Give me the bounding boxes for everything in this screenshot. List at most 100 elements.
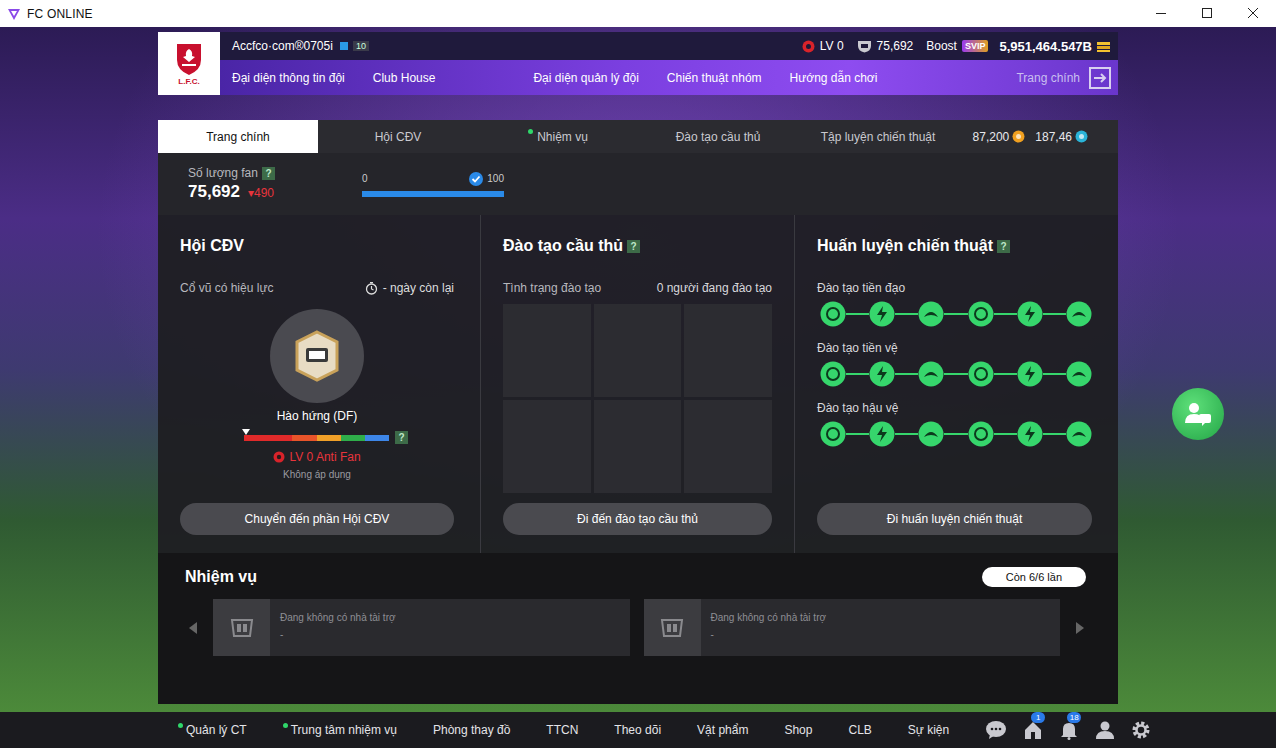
bottom-bar-item[interactable]: Shop xyxy=(784,723,812,737)
mood-marker xyxy=(242,429,250,435)
prev-arrow-icon[interactable] xyxy=(187,621,199,635)
exit-icon[interactable] xyxy=(1088,66,1112,90)
tactic-node-icon[interactable] xyxy=(869,301,895,327)
maximize-icon[interactable] xyxy=(1184,0,1230,27)
mission-card-detail: - xyxy=(280,629,396,640)
node-link xyxy=(1043,433,1066,435)
node-link xyxy=(846,373,869,375)
bottom-bar-item[interactable]: Phòng thay đồ xyxy=(433,723,510,737)
currency-value: 187,46 xyxy=(1035,130,1072,144)
bottom-bar-item[interactable]: CLB xyxy=(848,723,871,737)
tactic-node-icon[interactable] xyxy=(968,361,994,387)
node-link xyxy=(895,313,918,315)
bottom-bar-icon-button[interactable]: 18 xyxy=(1059,720,1079,740)
tactic-node-icon[interactable] xyxy=(869,361,895,387)
tab[interactable]: Hội CĐV xyxy=(318,120,478,153)
bottom-bar-icon-button[interactable] xyxy=(1131,720,1151,740)
mission-card[interactable]: Đang không có nhà tài trợ - xyxy=(644,599,1061,656)
tactic-nodes xyxy=(817,301,1092,327)
header-top-row: Accfco·com®0705i 10 LV 0 75,692 Boost SV… xyxy=(220,32,1118,60)
mood-bar xyxy=(244,435,389,441)
tactic-node-icon[interactable] xyxy=(1066,301,1092,327)
notification-badge: 1 xyxy=(1031,712,1045,723)
tactic-group: Đào tạo tiền đạo xyxy=(817,281,1092,327)
node-link xyxy=(846,313,869,315)
bottom-bar-item[interactable]: Vật phẩm xyxy=(697,723,748,737)
mood-segment xyxy=(244,435,292,441)
tactic-node-icon[interactable] xyxy=(1017,421,1043,447)
bottom-bar-icon-button[interactable] xyxy=(985,720,1007,740)
training-slot[interactable] xyxy=(594,400,682,493)
tactic-node-icon[interactable] xyxy=(918,301,944,327)
tactic-node-icon[interactable] xyxy=(820,421,846,447)
home-icon xyxy=(1023,720,1043,740)
nav-item[interactable]: Club House xyxy=(373,71,436,85)
tactic-node-icon[interactable] xyxy=(1066,361,1092,387)
fan-count-row: Số lượng fan ? 75,692 ▾490 0 100 xyxy=(158,153,1118,215)
tactic-node-icon[interactable] xyxy=(1017,301,1043,327)
cheer-card-icon xyxy=(294,330,340,382)
tactic-group-label: Đào tạo tiền vệ xyxy=(817,341,1092,355)
bottom-bar-item[interactable]: Quản lý CT xyxy=(178,723,247,737)
tab[interactable]: Tập luyện chiến thuật xyxy=(798,120,958,153)
bottom-bar-item[interactable]: TTCN xyxy=(546,723,578,737)
fan-count-label: Số lượng fan xyxy=(188,166,258,180)
training-slot[interactable] xyxy=(684,400,772,493)
tab[interactable]: Đào tạo cầu thủ xyxy=(638,120,798,153)
tactic-nodes xyxy=(817,421,1092,447)
tactic-node-icon[interactable] xyxy=(918,361,944,387)
training-slot[interactable] xyxy=(503,304,591,397)
currency-icon xyxy=(1075,130,1088,143)
tab[interactable]: Trang chính xyxy=(158,120,318,153)
header-main: Accfco·com®0705i 10 LV 0 75,692 Boost SV… xyxy=(220,32,1118,95)
tactic-node-icon[interactable] xyxy=(869,421,895,447)
tactic-node-icon[interactable] xyxy=(968,301,994,327)
training-status-label: Tình trạng đào tạo xyxy=(503,281,601,295)
missions-title: Nhiệm vụ xyxy=(185,568,257,586)
bottom-bar-item[interactable]: Trung tâm nhiệm vụ xyxy=(283,723,397,737)
bottom-bar-icon-button[interactable]: 1 xyxy=(1023,720,1043,740)
tactic-node-icon[interactable] xyxy=(820,301,846,327)
bottom-bar-item[interactable]: Sự kiện xyxy=(908,723,949,737)
node-link xyxy=(994,433,1017,435)
cheer-badge[interactable] xyxy=(270,309,364,403)
training-title: Đào tạo cầu thủ ? xyxy=(503,237,772,255)
training-slot[interactable] xyxy=(594,304,682,397)
tactics-column: Huấn luyện chiến thuật ? Đào tạo tiền đạ… xyxy=(795,215,1118,553)
home-exit-label[interactable]: Trang chính xyxy=(1016,71,1080,85)
bottom-bar-icon-button[interactable] xyxy=(1095,720,1115,740)
tactic-node-icon[interactable] xyxy=(918,421,944,447)
sponsor-logo xyxy=(644,599,701,656)
help-icon[interactable]: ? xyxy=(997,240,1010,253)
tactic-node-icon[interactable] xyxy=(1017,361,1043,387)
club-logo[interactable]: L.F.C. xyxy=(158,32,220,95)
training-slot[interactable] xyxy=(503,400,591,493)
nav-item[interactable]: Hướng dẫn chơi xyxy=(790,71,878,85)
training-button[interactable]: Đi đến đào tạo cầu thủ xyxy=(503,503,772,535)
tactic-node-icon[interactable] xyxy=(968,421,994,447)
nav-item[interactable]: Đại diện thông tin đội xyxy=(232,71,345,85)
tactic-node-icon[interactable] xyxy=(820,361,846,387)
tactics-button[interactable]: Đi huấn luyện chiến thuật xyxy=(817,503,1092,535)
help-icon[interactable]: ? xyxy=(627,240,640,253)
mood-segment xyxy=(341,435,365,441)
bottom-bar-item[interactable]: Theo dõi xyxy=(614,723,661,737)
node-link xyxy=(1043,313,1066,315)
nav-item[interactable]: Đại diện quản lý đội xyxy=(533,71,638,85)
tab[interactable]: Nhiệm vụ xyxy=(478,120,638,153)
next-arrow-icon[interactable] xyxy=(1074,621,1086,635)
progress-max: 100 xyxy=(487,173,504,184)
mission-card[interactable]: Đang không có nhà tài trợ - xyxy=(213,599,630,656)
help-icon[interactable]: ? xyxy=(395,431,408,444)
tactic-node-icon[interactable] xyxy=(1066,421,1092,447)
new-dot xyxy=(283,723,288,728)
close-icon[interactable] xyxy=(1230,0,1276,27)
minimize-icon[interactable] xyxy=(1138,0,1184,27)
supporters-button[interactable]: Chuyển đến phần Hội CĐV xyxy=(180,503,454,535)
training-slot[interactable] xyxy=(684,304,772,397)
club-header: L.F.C. Accfco·com®0705i 10 LV 0 75,692 B… xyxy=(158,32,1118,95)
nav-item[interactable]: Chiến thuật nhóm xyxy=(667,71,762,85)
fan-level: LV 0 xyxy=(820,39,844,53)
floating-chat-button[interactable] xyxy=(1172,388,1224,440)
help-icon[interactable]: ? xyxy=(262,167,275,180)
